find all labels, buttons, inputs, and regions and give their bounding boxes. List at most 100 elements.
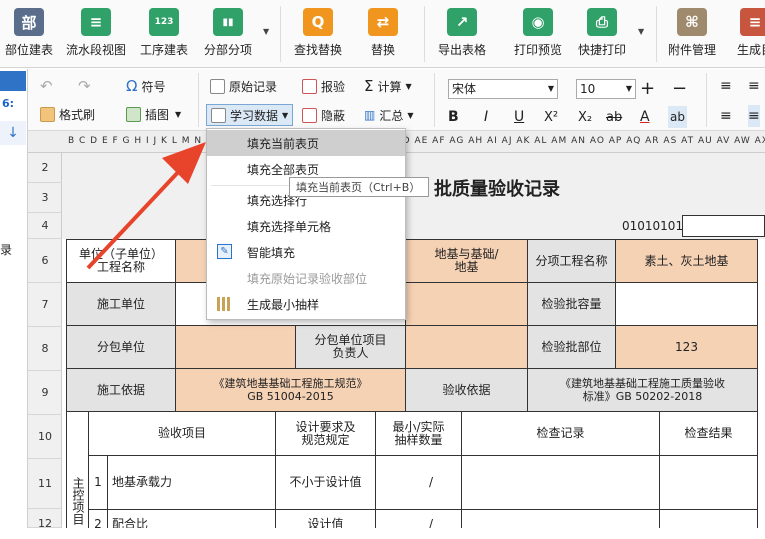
chevron-down-icon: ▼ xyxy=(282,110,289,120)
subitem-label: 分项工程名称 xyxy=(527,239,616,283)
decrease-size-icon[interactable]: − xyxy=(672,77,687,99)
symbol-label: 符号 xyxy=(141,79,166,94)
report-button[interactable]: 报验 xyxy=(302,75,345,97)
part-label: 检验批部位 xyxy=(527,325,616,369)
summary-button[interactable]: ▥ 汇总 ▼ xyxy=(364,104,414,126)
ribbon-label: 替换 xyxy=(370,43,395,57)
ribbon-button-generate-toc[interactable]: ≡ 生成目 xyxy=(730,0,765,68)
ribbon-button-attachments[interactable]: ⌘ 附件管理 xyxy=(664,0,720,68)
row-number: 10 xyxy=(28,415,62,459)
grid-icon xyxy=(217,297,231,311)
row-header: 2 3 4 6 7 8 9 10 11 12 xyxy=(28,153,62,530)
construct-extra-cell[interactable] xyxy=(405,282,528,326)
item-header: 验收项目 xyxy=(88,411,276,456)
font-size-select[interactable]: 10 ▼ xyxy=(576,79,636,99)
subscript-button[interactable]: X₂ xyxy=(578,106,592,128)
menu-item-min-sample[interactable]: 生成最小抽样 xyxy=(207,291,405,317)
row-number: 3 xyxy=(28,183,62,213)
check-result-cell[interactable] xyxy=(659,455,758,510)
check-record-cell[interactable] xyxy=(461,509,660,528)
eye-icon: ◉ xyxy=(523,8,553,36)
font-select[interactable]: 宋体 ▼ xyxy=(448,79,558,99)
omega-icon: Ω xyxy=(126,77,138,95)
learn-data-menu: 填充当前表页 填充全部表页 填充选择行 填充选择单元格 ✎ 智能填充 填充原始记录… xyxy=(206,128,406,320)
redo-icon[interactable]: ↷ xyxy=(78,75,91,97)
ribbon-button-quick-print[interactable]: ⎙ 快捷打印 xyxy=(572,0,632,68)
underline-button[interactable]: U xyxy=(514,106,524,128)
ribbon-button-find[interactable]: Q 查找替换 xyxy=(288,0,348,68)
sub-pm-label: 分包单位项目 负责人 xyxy=(295,325,406,369)
menu-item-fill-current[interactable]: 填充当前表页 xyxy=(207,130,405,156)
font-color-button[interactable]: A xyxy=(640,106,650,128)
calc-button[interactable]: Σ 计算 ▼ xyxy=(364,75,412,97)
calc-label: 计算 xyxy=(377,79,402,94)
font-size-value: 10 xyxy=(580,82,596,96)
superscript-button[interactable]: X² xyxy=(544,106,558,128)
tooltip: 填充当前表页（Ctrl+B） xyxy=(289,177,429,197)
ribbon-button-export[interactable]: ↗ 导出表格 xyxy=(432,0,492,68)
document-icon xyxy=(210,78,225,94)
ribbon-label: 附件管理 xyxy=(667,43,716,57)
chevron-down-icon[interactable]: ▼ xyxy=(263,27,269,36)
divider xyxy=(656,6,657,62)
chevron-down-icon[interactable]: ▼ xyxy=(638,27,644,36)
undo-icon[interactable]: ↶ xyxy=(40,75,53,97)
ribbon-button-division[interactable]: ▮▮ 分部分项 xyxy=(200,0,256,68)
arrow-down-icon[interactable]: ↓ xyxy=(0,121,26,145)
division-icon: ▮▮ xyxy=(213,8,243,36)
ribbon-label: 流水段视图 xyxy=(65,43,126,57)
capacity-value[interactable] xyxy=(615,282,758,326)
menu-item-smart-fill[interactable]: ✎ 智能填充 xyxy=(207,239,405,265)
ribbon-button-print-preview[interactable]: ◉ 打印预览 xyxy=(508,0,568,68)
ribbon-label: 查找替换 xyxy=(293,43,342,57)
bold-button[interactable]: B xyxy=(448,106,459,128)
ribbon-label: 打印预览 xyxy=(513,43,562,57)
hide-icon xyxy=(302,107,317,123)
align-top-icon[interactable]: ≡ xyxy=(720,75,732,97)
align-left-icon[interactable]: ≡ xyxy=(720,105,732,127)
sample-slash[interactable]: / xyxy=(375,455,462,510)
accept-basis-value[interactable]: 《建筑地基基础工程施工质量验收 标准》GB 50202-2018 xyxy=(527,368,758,412)
row-number: 6 xyxy=(28,239,62,283)
code-input[interactable] xyxy=(682,215,765,237)
menu-item-fill-cells[interactable]: 填充选择单元格 xyxy=(207,213,405,239)
align-middle-icon[interactable]: ≡ xyxy=(748,75,760,97)
row-count: 6: xyxy=(2,97,15,110)
check-record-cell[interactable] xyxy=(461,455,660,510)
sub-unit-label: 分包单位 xyxy=(66,325,176,369)
record-code: 01010101 xyxy=(622,219,684,233)
report-icon xyxy=(302,78,317,94)
hide-button[interactable]: 隐蔽 xyxy=(302,104,345,126)
basis-value[interactable]: 《建筑地基基础工程施工规范》 GB 51004-2015 xyxy=(175,368,406,412)
search-icon: Q xyxy=(303,8,333,36)
ribbon-label: 快捷打印 xyxy=(577,43,626,57)
row-number: 12 xyxy=(28,509,62,530)
increase-size-icon[interactable]: + xyxy=(640,77,655,99)
row-number: 4 xyxy=(28,213,62,239)
align-center-icon[interactable]: ≡ xyxy=(748,105,760,127)
original-record-button[interactable]: 原始记录 xyxy=(210,75,277,97)
subitem-value[interactable]: 素土、灰土地基 xyxy=(615,239,758,283)
sub-pm-value[interactable] xyxy=(405,325,528,369)
sample-slash[interactable]: / xyxy=(375,509,462,528)
side-label: 录 xyxy=(0,243,13,257)
item-name: 地基承载力 xyxy=(107,455,276,510)
ribbon-label: 导出表格 xyxy=(437,43,486,57)
symbol-button[interactable]: Ω 符号 xyxy=(126,75,165,97)
divider xyxy=(706,73,707,127)
part-value[interactable]: 123 xyxy=(615,325,758,369)
ribbon-button-part-table[interactable]: 部部位建表 xyxy=(2,0,56,68)
ribbon-button-replace[interactable]: ⇄ 替换 xyxy=(358,0,408,68)
ribbon-button-flow-view[interactable]: ≡ 流水段视图 xyxy=(62,0,130,68)
wrap-text-button[interactable]: ab xyxy=(668,106,687,128)
accept-basis-label: 验收依据 xyxy=(405,368,528,412)
division-value[interactable]: 地基与基础/ 地基 xyxy=(405,239,528,283)
strike-button[interactable]: ab xyxy=(606,106,622,128)
ribbon-button-process-table[interactable]: 123 工序建表 xyxy=(136,0,192,68)
menu-item-fill-original-part: 填充原始记录验收部位 xyxy=(247,271,368,286)
panel-tab[interactable] xyxy=(0,71,26,91)
sub-unit-value[interactable] xyxy=(175,325,296,369)
check-result-cell[interactable] xyxy=(659,509,758,528)
italic-button[interactable]: I xyxy=(484,106,488,128)
toc-icon: ≡ xyxy=(740,8,765,36)
